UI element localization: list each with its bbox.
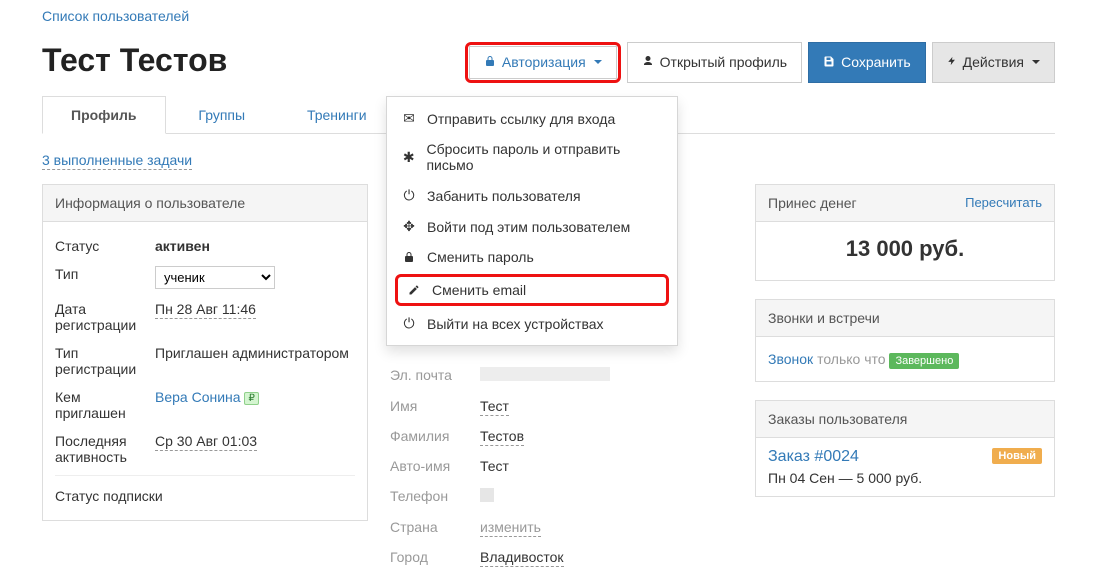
completed-tasks-link[interactable]: 3 выполненные задачи [42, 152, 192, 170]
bolt-icon [947, 54, 957, 71]
orders-panel: Заказы пользователя Заказ #0024 Пн 04 Се… [755, 400, 1055, 497]
dropdown-change-email-highlight: Сменить email [395, 274, 669, 306]
lock-icon [484, 54, 496, 71]
power-icon: ⏻ [401, 315, 417, 332]
status-value: активен [155, 238, 355, 254]
tab-trainings[interactable]: Тренинги [278, 96, 396, 134]
tab-groups[interactable]: Группы [169, 96, 274, 134]
open-profile-button[interactable]: Открытый профиль [627, 42, 802, 83]
phone-label: Телефон [390, 488, 480, 504]
calls-panel: Звонки и встречи Звонок только что Завер… [755, 299, 1055, 382]
auth-button-highlight: Авторизация [465, 42, 621, 83]
call-link[interactable]: Звонок [768, 351, 813, 367]
open-profile-label: Открытый профиль [660, 54, 787, 71]
save-icon [823, 54, 835, 71]
dropdown-reset-password[interactable]: ✱ Сбросить пароль и отправить письмо [387, 134, 677, 180]
city-label: Город [390, 549, 480, 565]
breadcrumb-users-link[interactable]: Список пользователей [42, 8, 189, 24]
money-panel: Принес денег Пересчитать 13 000 руб. [755, 184, 1055, 281]
call-time: только что [817, 351, 886, 367]
calls-panel-title: Звонки и встречи [756, 300, 1054, 337]
actions-dropdown-button[interactable]: Действия [932, 42, 1055, 83]
last-name-value[interactable]: Тестов [480, 428, 524, 446]
last-name-label: Фамилия [390, 428, 480, 444]
dropdown-logout-all-devices[interactable]: ⏻ Выйти на всех устройствах [387, 308, 677, 339]
save-label: Сохранить [841, 54, 911, 71]
orders-panel-title: Заказы пользователя [756, 401, 1054, 438]
envelope-icon: ✉ [401, 110, 417, 127]
user-type-select[interactable]: ученик [155, 266, 275, 289]
user-icon [642, 54, 654, 71]
reg-type-label: Тип регистрации [55, 345, 155, 377]
reg-type-value: Приглашен администратором [155, 345, 355, 377]
money-amount: 13 000 руб. [756, 222, 1054, 280]
recalculate-link[interactable]: Пересчитать [965, 195, 1042, 210]
dropdown-login-as-user[interactable]: ✥ Войти под этим пользователем [387, 211, 677, 242]
auth-dropdown-menu: ✉ Отправить ссылку для входа ✱ Сбросить … [386, 96, 678, 346]
reg-date-label: Дата регистрации [55, 301, 155, 333]
power-icon: ⏻ [401, 187, 417, 204]
actions-label: Действия [963, 54, 1024, 71]
status-label: Статус [55, 238, 155, 254]
caret-down-icon [1032, 60, 1040, 64]
dropdown-change-email[interactable]: Сменить email [398, 277, 666, 303]
move-icon: ✥ [401, 218, 417, 235]
user-info-panel: Информация о пользователе Статус активен… [42, 184, 368, 521]
type-label: Тип [55, 266, 155, 289]
tab-profile[interactable]: Профиль [42, 96, 166, 134]
order-subtitle: Пн 04 Сен — 5 000 руб. [768, 470, 922, 486]
email-label: Эл. почта [390, 367, 480, 383]
money-badge-icon: ₽ [244, 392, 258, 405]
dropdown-send-login-link[interactable]: ✉ Отправить ссылку для входа [387, 103, 677, 134]
user-info-heading: Информация о пользователе [43, 185, 367, 222]
order-new-badge: Новый [992, 448, 1042, 464]
auto-name-label: Авто-имя [390, 458, 480, 474]
page-title: Тест Тестов [42, 42, 465, 79]
subscription-status-label: Статус подписки [55, 488, 163, 504]
caret-down-icon [594, 60, 602, 64]
asterisk-icon: ✱ [401, 149, 416, 166]
city-value[interactable]: Владивосток [480, 549, 564, 567]
invited-by-label: Кем приглашен [55, 389, 155, 421]
auth-dropdown-label: Авторизация [502, 54, 586, 71]
first-name-value[interactable]: Тест [480, 398, 509, 416]
country-label: Страна [390, 519, 480, 535]
last-activity-value: Ср 30 Авг 01:03 [155, 433, 257, 451]
order-link[interactable]: Заказ #0024 [768, 448, 859, 465]
email-value-redacted [480, 367, 610, 381]
phone-value-redacted [480, 488, 494, 502]
edit-icon [406, 284, 422, 296]
auto-name-value: Тест [480, 458, 509, 474]
first-name-label: Имя [390, 398, 480, 414]
call-status-badge: Завершено [889, 353, 959, 369]
money-panel-title: Принес денег [768, 195, 857, 211]
country-change-link[interactable]: изменить [480, 519, 541, 537]
lock-icon [401, 251, 417, 263]
dropdown-ban-user[interactable]: ⏻ Забанить пользователя [387, 180, 677, 211]
invited-by-link[interactable]: Вера Сонина [155, 389, 241, 405]
last-activity-label: Последняя активность [55, 433, 155, 465]
dropdown-change-password[interactable]: Сменить пароль [387, 242, 677, 272]
auth-dropdown-button[interactable]: Авторизация [469, 46, 617, 79]
reg-date-value: Пн 28 Авг 11:46 [155, 301, 256, 319]
save-button[interactable]: Сохранить [808, 42, 926, 83]
